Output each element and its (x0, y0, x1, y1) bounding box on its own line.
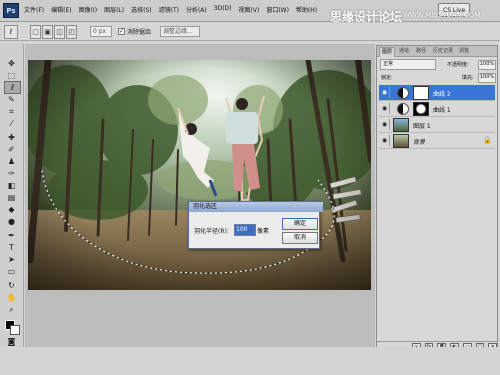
menu-window[interactable]: 窗口(W) (266, 5, 289, 14)
layers-panel: 图层 通道 路径 历史记录 调整 正常 不透明度: 100% 锁定: 填充: 1… (376, 45, 498, 352)
layer-row-layer-1[interactable]: ◉ 图层 1 (379, 117, 495, 133)
layer-row-curves-1[interactable]: ◉ 曲线 1 (379, 101, 495, 117)
move-tool-icon[interactable]: ✥ (4, 58, 19, 69)
fill-label: 填充: (462, 75, 474, 81)
quick-select-tool-icon[interactable]: ✎ (4, 94, 19, 105)
refine-edge-button[interactable]: 调整边缘... (160, 26, 200, 37)
feather-dialog: 羽化选区 羽化半径(R): 100 像素 确定 取消 (188, 201, 323, 249)
panel-tabs: 图层 通道 路径 历史记录 调整 (377, 46, 497, 57)
ok-button[interactable]: 确定 (282, 218, 318, 230)
menu-bar: Ps 文件(F) 编辑(E) 图像(I) 图层(L) 选择(S) 滤镜(T) 分… (0, 0, 500, 24)
new-selection-icon[interactable]: ▢ (30, 25, 41, 39)
cancel-button[interactable]: 取消 (282, 232, 318, 244)
visibility-eye-icon[interactable]: ◉ (380, 119, 390, 130)
antialias-checkbox[interactable]: ✓ (118, 28, 125, 35)
layer-name: 图层 1 (413, 123, 431, 130)
options-bar: ℓ ▢ ▣ ◫ ◰ 0 px ✓ 消除锯齿 调整边缘... (0, 23, 500, 41)
lock-label: 锁定: (381, 75, 393, 81)
blend-mode-select[interactable]: 正常 (380, 59, 436, 70)
feather-radius-unit: 像素 (257, 228, 270, 235)
antialias-label: 消除锯齿 (127, 29, 152, 36)
layer-row-curves-2[interactable]: ◉ 曲线 2 (379, 85, 495, 101)
visibility-eye-icon[interactable]: ◉ (380, 87, 390, 98)
dialog-title[interactable]: 羽化选区 (189, 202, 323, 212)
status-area (0, 347, 500, 375)
menu-file[interactable]: 文件(F) (24, 5, 44, 14)
crop-tool-icon[interactable]: ⌗ (4, 106, 19, 117)
3d-rotate-tool-icon[interactable]: ↻ (4, 280, 19, 291)
menu-items: 文件(F) 编辑(E) 图像(I) 图层(L) 选择(S) 滤镜(T) 分析(A… (24, 5, 317, 14)
menu-select[interactable]: 选择(S) (131, 5, 152, 14)
background-color-swatch[interactable] (10, 325, 20, 335)
menu-help[interactable]: 帮助(H) (296, 5, 317, 14)
layer-name: 曲线 1 (433, 107, 451, 114)
lock-icon: 🔒 (483, 136, 492, 144)
tab-paths[interactable]: 路径 (414, 47, 428, 56)
lasso-preset-icon[interactable]: ℓ (4, 25, 18, 39)
marquee-tool-icon[interactable]: ⬚ (4, 70, 19, 81)
layer-mask-thumbnail (413, 102, 429, 116)
brush-tool-icon[interactable]: ✐ (4, 144, 19, 155)
document-canvas[interactable] (28, 60, 371, 290)
toolbox: ✥ ⬚ ℓ ✎ ⌗ ⁄ ✚ ✐ ♟ ✑ ◧ ▤ ◆ ● ✒ T ➤ ▭ ↻ ✋ … (0, 44, 24, 347)
tab-adjustments[interactable]: 调整 (457, 47, 471, 56)
canvas-photo (28, 60, 371, 290)
hand-tool-icon[interactable]: ✋ (4, 292, 19, 303)
tab-history[interactable]: 历史记录 (431, 47, 455, 56)
intersect-selection-icon[interactable]: ◰ (66, 25, 77, 39)
menu-image[interactable]: 图像(I) (79, 5, 97, 14)
healing-tool-icon[interactable]: ✚ (4, 132, 19, 143)
feather-radius-label: 羽化半径(R): (194, 228, 229, 235)
stamp-tool-icon[interactable]: ♟ (4, 156, 19, 167)
visibility-eye-icon[interactable]: ◉ (380, 103, 390, 114)
blur-tool-icon[interactable]: ◆ (4, 204, 19, 215)
history-brush-icon[interactable]: ✑ (4, 168, 19, 179)
shape-tool-icon[interactable]: ▭ (4, 266, 19, 277)
add-selection-icon[interactable]: ▣ (42, 25, 53, 39)
eyedropper-tool-icon[interactable]: ⁄ (4, 118, 19, 129)
path-select-tool-icon[interactable]: ➤ (4, 254, 19, 265)
gradient-tool-icon[interactable]: ▤ (4, 192, 19, 203)
adjustment-layer-icon (397, 103, 409, 115)
menu-edit[interactable]: 编辑(E) (51, 5, 71, 14)
eraser-tool-icon[interactable]: ◧ (4, 180, 19, 191)
feather-radius-input[interactable]: 100 (234, 224, 256, 236)
menu-view[interactable]: 视图(V) (239, 5, 260, 14)
menu-layer[interactable]: 图层(L) (104, 5, 124, 14)
quick-mask-icon[interactable]: ◙ (4, 336, 19, 347)
tab-layers[interactable]: 图层 (379, 47, 396, 57)
layer-name: 曲线 2 (433, 91, 451, 98)
lasso-tool-icon[interactable]: ℓ (4, 81, 21, 94)
fill-input[interactable]: 100% (478, 73, 496, 83)
dodge-tool-icon[interactable]: ● (4, 216, 19, 227)
zoom-tool-icon[interactable]: ⌕ (4, 304, 19, 315)
app-logo: Ps (3, 3, 19, 18)
opacity-input[interactable]: 100% (478, 60, 496, 70)
opacity-label: 不透明度: (447, 62, 469, 68)
layer-thumbnail (393, 118, 409, 132)
type-tool-icon[interactable]: T (4, 242, 19, 253)
layer-row-background[interactable]: ◉ 背景 🔒 (379, 133, 495, 149)
feather-input[interactable]: 0 px (90, 26, 112, 37)
watermark-url: WWW.MISSYUAN.COM (403, 11, 481, 19)
menu-3d[interactable]: 3D(D) (214, 5, 232, 14)
tab-channels[interactable]: 通道 (397, 47, 411, 56)
pen-tool-icon[interactable]: ✒ (4, 230, 19, 241)
layer-mask-thumbnail (413, 86, 429, 100)
layer-thumbnail (393, 134, 409, 148)
subtract-selection-icon[interactable]: ◫ (54, 25, 65, 39)
layer-name: 背景 (413, 139, 426, 146)
menu-filter[interactable]: 滤镜(T) (159, 5, 179, 14)
visibility-eye-icon[interactable]: ◉ (380, 135, 390, 146)
adjustment-layer-icon (397, 87, 409, 99)
menu-analysis[interactable]: 分析(A) (186, 5, 207, 14)
